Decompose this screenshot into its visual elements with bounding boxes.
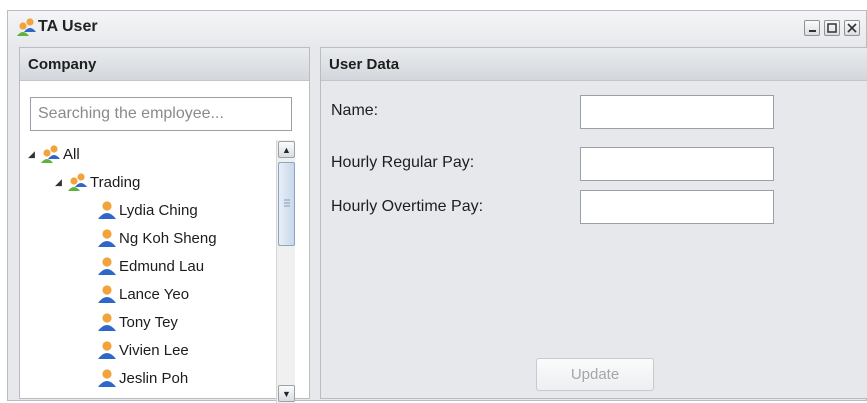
group-users-icon bbox=[67, 172, 89, 192]
title-bar[interactable]: TA User bbox=[8, 11, 866, 45]
minimize-button[interactable] bbox=[804, 20, 820, 36]
employee-search-input[interactable] bbox=[30, 97, 292, 131]
user-icon bbox=[96, 256, 118, 276]
expanded-arrow-icon[interactable]: ◢ bbox=[28, 149, 38, 160]
tree-node-label: Vivien Lee bbox=[119, 341, 189, 359]
scroll-down-button[interactable]: ▼ bbox=[278, 385, 295, 402]
window-title: TA User bbox=[38, 18, 98, 35]
user-data-panel-header: User Data bbox=[321, 48, 867, 81]
tree-node-label: Edmund Lau bbox=[119, 257, 205, 275]
maximize-button[interactable] bbox=[824, 20, 840, 36]
company-panel: Company ◢ All ◢ Trading Lydia Ching bbox=[19, 47, 310, 403]
user-icon bbox=[96, 312, 118, 332]
tree-node-label: Trading bbox=[90, 173, 141, 191]
company-panel-header: Company bbox=[20, 48, 309, 81]
hourly-regular-pay-label: Hourly Regular Pay: bbox=[331, 154, 475, 171]
user-data-panel: User Data Name: Hourly Regular Pay: Hour… bbox=[320, 47, 867, 399]
scroll-up-button[interactable]: ▲ bbox=[278, 141, 295, 158]
tree-node-label: Tony Tey bbox=[119, 313, 178, 331]
tree-node-label: Lance Yeo bbox=[119, 285, 190, 303]
employee-tree: ◢ All ◢ Trading Lydia Ching Ng Koh Sheng bbox=[20, 140, 276, 403]
group-users-icon bbox=[16, 17, 38, 37]
name-field[interactable] bbox=[580, 95, 774, 129]
close-icon bbox=[847, 23, 857, 33]
tree-scrollbar[interactable]: ▲ ▼ bbox=[276, 140, 295, 403]
minimize-icon bbox=[809, 30, 816, 32]
tree-node-user[interactable]: Edmund Lau bbox=[96, 252, 204, 280]
chevron-up-icon: ▲ bbox=[282, 144, 291, 155]
hourly-overtime-pay-label: Hourly Overtime Pay: bbox=[331, 198, 484, 215]
user-icon bbox=[96, 228, 118, 248]
name-label: Name: bbox=[331, 102, 379, 119]
tree-node-label: All bbox=[63, 145, 80, 163]
tree-node-user[interactable]: Jeslin Poh bbox=[96, 364, 188, 392]
ta-user-window: TA User Company ◢ All bbox=[7, 10, 867, 403]
chevron-down-icon: ▼ bbox=[282, 388, 291, 399]
group-users-icon bbox=[40, 144, 62, 164]
tree-node-user[interactable]: Lydia Ching bbox=[96, 196, 198, 224]
tree-node-trading[interactable]: ◢ Trading bbox=[55, 168, 140, 196]
hourly-overtime-pay-field[interactable] bbox=[580, 190, 774, 224]
user-data-panel-title: User Data bbox=[329, 56, 400, 73]
hourly-regular-pay-field[interactable] bbox=[580, 147, 774, 181]
scrollbar-thumb[interactable] bbox=[278, 162, 295, 246]
tree-node-label: Lydia Ching bbox=[119, 201, 198, 219]
company-panel-title: Company bbox=[28, 56, 97, 73]
tree-node-user[interactable]: Tony Tey bbox=[96, 308, 178, 336]
tree-node-user[interactable]: Vivien Lee bbox=[96, 336, 189, 364]
user-icon bbox=[96, 340, 118, 360]
user-icon bbox=[96, 368, 118, 388]
tree-node-label: Ng Koh Sheng bbox=[119, 229, 217, 247]
tree-node-all[interactable]: ◢ All bbox=[28, 140, 80, 168]
maximize-icon bbox=[827, 23, 837, 33]
user-icon bbox=[96, 200, 118, 220]
tree-node-user[interactable]: Ng Koh Sheng bbox=[96, 224, 217, 252]
update-button[interactable]: Update bbox=[536, 358, 654, 391]
expanded-arrow-icon[interactable]: ◢ bbox=[55, 177, 65, 188]
tree-node-label: Jeslin Poh bbox=[119, 369, 189, 387]
close-button[interactable] bbox=[844, 20, 860, 36]
user-icon bbox=[96, 284, 118, 304]
tree-node-user[interactable]: Lance Yeo bbox=[96, 280, 189, 308]
grip-icon bbox=[284, 199, 290, 207]
